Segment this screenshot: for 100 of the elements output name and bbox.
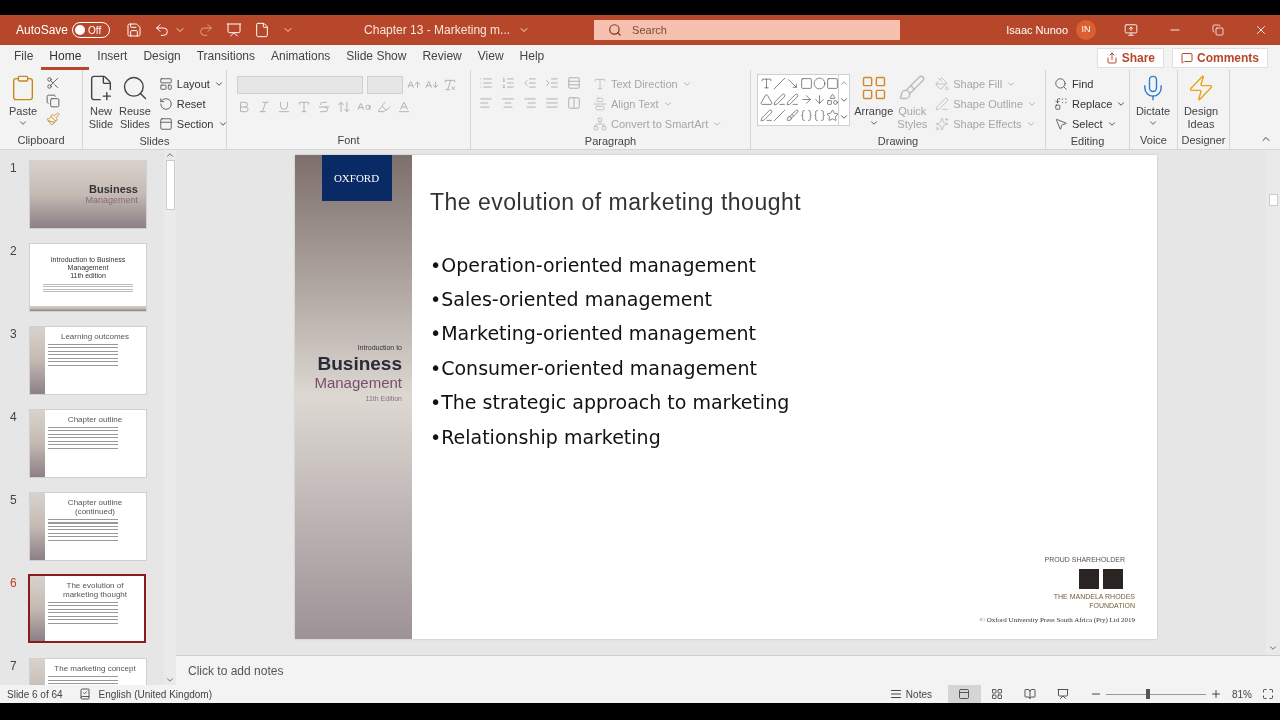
undo-icon	[154, 22, 171, 38]
language-label: English (United Kingdom)	[98, 687, 212, 702]
text-lines-drawing	[48, 427, 118, 451]
autosave-label: AutoSave	[16, 22, 69, 39]
ribbon-tab[interactable]: Review	[414, 45, 470, 70]
slide-number: 1	[9, 160, 18, 177]
cut-icon	[46, 76, 60, 90]
slide-number: 7	[9, 658, 18, 675]
slide-thumbnail[interactable]: The evolution of marketing thought	[28, 574, 146, 643]
caret-icon	[1116, 99, 1127, 109]
highlighter-icon	[377, 100, 391, 114]
fit-slide-icon[interactable]	[1262, 688, 1274, 700]
design-ideas-icon	[1187, 74, 1215, 102]
bullet-item: •Sales-oriented management	[430, 286, 713, 312]
line-spacing-icon	[567, 76, 581, 90]
group-label: Editing	[1070, 134, 1105, 149]
font-name-field[interactable]	[237, 76, 363, 94]
paste-button[interactable]: Paste	[4, 74, 42, 128]
thumbnail-side-panel	[30, 327, 45, 394]
ribbon-tab[interactable]: Help	[511, 45, 553, 70]
columns-icon	[567, 96, 581, 110]
font-size-field[interactable]	[367, 76, 403, 94]
slide-thumbnail[interactable]: The marketing concept	[29, 658, 147, 685]
redo-icon	[198, 22, 215, 38]
shape-icon	[760, 77, 773, 90]
ribbon-tab[interactable]: Slide Show	[338, 45, 415, 70]
photo-placeholder	[1103, 568, 1123, 589]
thumbnail-text: Learning outcomes	[59, 332, 130, 341]
notes-placeholder[interactable]: Click to add notes	[188, 661, 284, 680]
scroll-thumb[interactable]	[1268, 194, 1278, 206]
slide-thumbnail[interactable]: Chapter outline	[29, 409, 147, 478]
shape-icon	[786, 109, 800, 122]
zoom-in-icon[interactable]	[1210, 688, 1222, 700]
view-button[interactable]	[948, 685, 981, 703]
ribbon-tab[interactable]: View	[469, 45, 512, 70]
reuse-slides-button[interactable]: Reuse Slides	[119, 74, 151, 131]
zoom-slider[interactable]	[1106, 689, 1206, 699]
caret-icon	[681, 79, 692, 89]
ribbon-tab[interactable]: File	[6, 45, 42, 70]
shape-effects-icon	[935, 117, 950, 131]
scroll-up-icon[interactable]	[165, 150, 175, 160]
reset-button[interactable]: Reset	[154, 94, 232, 114]
select-button[interactable]: Select	[1050, 114, 1131, 134]
notes-button[interactable]: Notes	[889, 686, 932, 702]
bullet-item: •The strategic approach to marketing	[430, 390, 791, 416]
save-icon	[126, 22, 143, 38]
comments-button[interactable]: Comments	[1172, 47, 1268, 68]
bold-icon	[237, 100, 251, 114]
zoom-thumb[interactable]	[1146, 689, 1150, 699]
find-button[interactable]: Find	[1050, 74, 1131, 94]
spelling-icon[interactable]	[78, 688, 91, 700]
format-painter-icon	[46, 112, 60, 126]
arrange-button[interactable]: Arrange	[854, 74, 894, 128]
shape-icon	[825, 77, 839, 90]
brand-logo: OXFORD	[321, 155, 392, 201]
share-button[interactable]: Share	[1096, 47, 1164, 68]
ribbon-tab[interactable]: Design	[135, 45, 189, 70]
new-slide-button[interactable]: New Slide	[87, 74, 115, 131]
layout-button[interactable]: Layout	[154, 74, 232, 94]
caret-icon	[1106, 119, 1117, 129]
ribbon-tab[interactable]: Transitions	[188, 45, 263, 70]
find-icon	[1054, 77, 1068, 91]
close-icon	[1254, 23, 1268, 37]
slide-thumbnail[interactable]: Learning outcomes	[29, 326, 147, 395]
document-title[interactable]: Chapter 13 - Marketing m...	[364, 21, 531, 39]
dictate-button[interactable]: Dictate	[1134, 74, 1172, 128]
convert-smartart-icon	[593, 117, 607, 131]
bullet-item: •Marketing-oriented management	[430, 321, 758, 347]
scroll-thumb[interactable]	[165, 160, 175, 210]
shape-icon	[799, 109, 813, 122]
slide-number: 5	[9, 492, 18, 509]
slide-thumbnail[interactable]: Business Management	[29, 160, 147, 229]
scroll-down-icon[interactable]	[165, 675, 175, 685]
layout-icon	[158, 77, 173, 91]
view-icon	[991, 688, 1004, 700]
ribbon-tab[interactable]: Insert	[89, 45, 136, 70]
caret-icon	[1027, 99, 1037, 109]
scroll-down-icon[interactable]	[1268, 643, 1278, 653]
view-icon	[1024, 688, 1037, 700]
group-label: Drawing	[877, 134, 919, 149]
slide-thumbnail[interactable]: Chapter outline (continued)	[29, 492, 147, 561]
shape-icon	[760, 109, 773, 122]
shape-fill-icon	[935, 77, 950, 91]
section-button[interactable]: Section	[154, 114, 232, 134]
caret-icon	[1006, 79, 1017, 89]
replace-button[interactable]: Replace	[1050, 94, 1131, 114]
thumbnail-text: Business	[89, 184, 138, 195]
slide-counter: Slide 6 of 64	[7, 687, 63, 702]
justify-icon	[545, 96, 559, 110]
shapes-gallery[interactable]	[757, 74, 851, 126]
scroll-down-icon	[839, 95, 850, 105]
slide-number: 4	[9, 409, 18, 426]
user-avatar: IN	[1076, 20, 1096, 40]
design-ideas-button[interactable]: Design Ideas	[1182, 74, 1220, 131]
group-label: Paragraph	[584, 134, 637, 149]
photo-placeholder	[1079, 568, 1099, 589]
ribbon-tab[interactable]: Animations	[263, 45, 339, 70]
search-field[interactable]: Search	[594, 20, 901, 40]
shape-icon	[786, 93, 800, 106]
group-label: Clipboard	[17, 133, 65, 148]
